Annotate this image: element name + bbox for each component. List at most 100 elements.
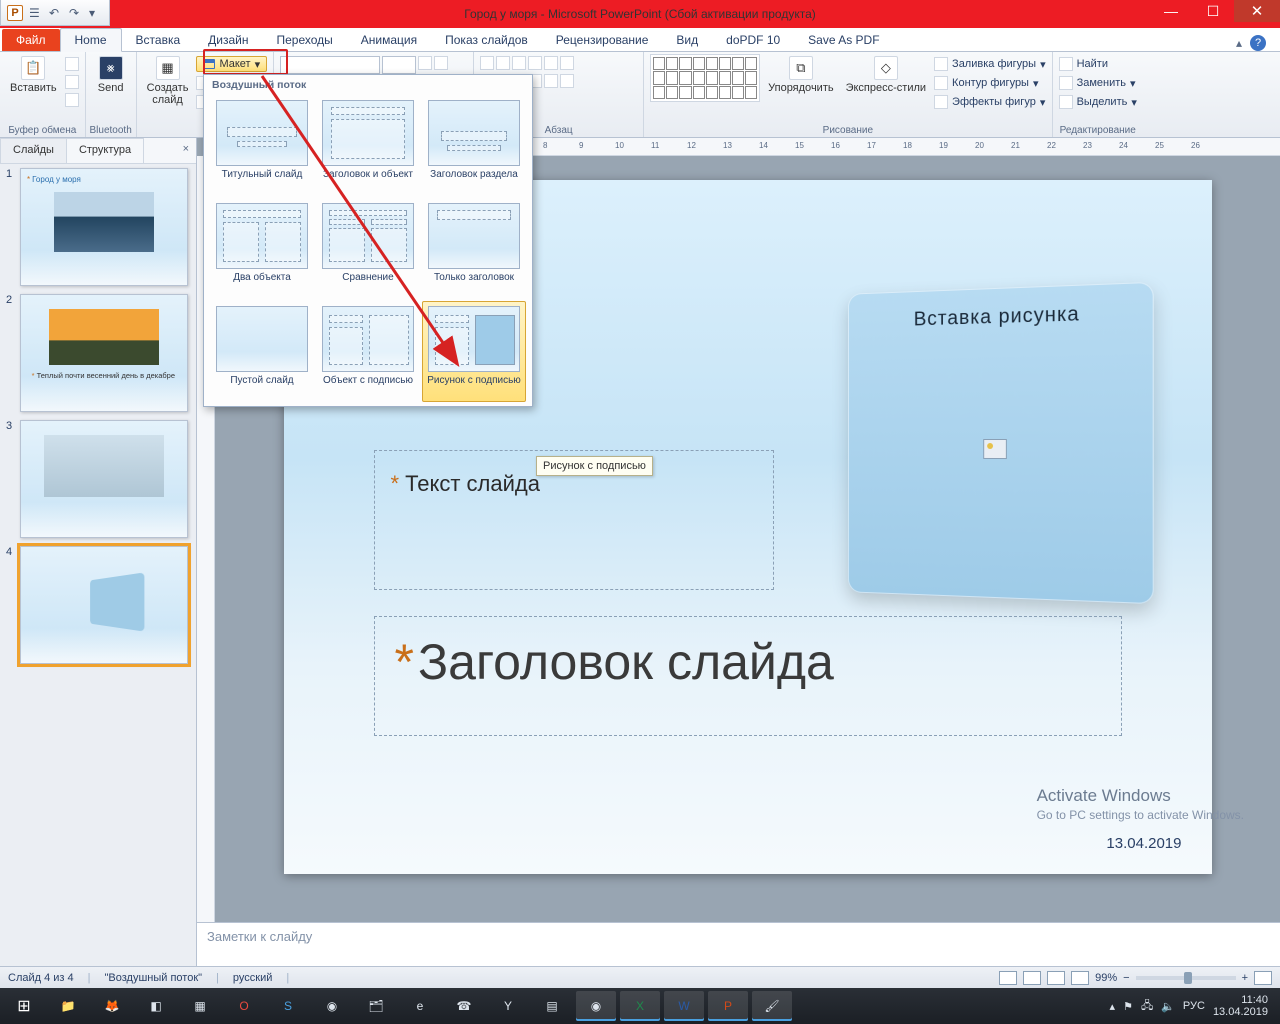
- new-slide-button[interactable]: ▦Создать слайд: [143, 54, 193, 123]
- tb-excel[interactable]: X: [620, 991, 660, 1021]
- shrink-font[interactable]: [434, 56, 448, 70]
- shape-fill-button[interactable]: Заливка фигуры ▾: [934, 56, 1046, 72]
- font-name-input[interactable]: [280, 56, 380, 74]
- maximize-button[interactable]: ☐: [1192, 0, 1234, 22]
- system-tray[interactable]: ▴ ⚑ 🖧 🔈 РУС 11:40 13.04.2019: [1110, 994, 1276, 1018]
- tb-opera[interactable]: O: [224, 991, 264, 1021]
- shape-effects-button[interactable]: Эффекты фигур ▾: [934, 94, 1046, 110]
- help-icon[interactable]: ?: [1250, 35, 1266, 51]
- shape-outline-button[interactable]: Контур фигуры ▾: [934, 75, 1046, 91]
- slides-tab[interactable]: Слайды: [0, 138, 67, 163]
- tab-slideshow[interactable]: Показ слайдов: [431, 29, 542, 51]
- thumb-1[interactable]: 1 *Город у моря: [6, 168, 190, 286]
- fit-window[interactable]: [1254, 971, 1272, 985]
- tab-insert[interactable]: Вставка: [122, 29, 195, 51]
- layout-blank[interactable]: Пустой слайд: [210, 301, 314, 402]
- tab-transitions[interactable]: Переходы: [262, 29, 346, 51]
- layout-title-content[interactable]: Заголовок и объект: [316, 95, 420, 196]
- tb-chrome[interactable]: ◉: [312, 991, 352, 1021]
- numbering[interactable]: [496, 56, 510, 70]
- tray-action-icon[interactable]: ⚑: [1123, 1000, 1133, 1013]
- grow-font[interactable]: [418, 56, 432, 70]
- columns[interactable]: [544, 74, 558, 88]
- title-placeholder[interactable]: *Заголовок слайда: [374, 616, 1122, 736]
- zoom-in[interactable]: +: [1242, 972, 1248, 984]
- thumb-4[interactable]: 4: [6, 546, 190, 664]
- font-size-input[interactable]: [382, 56, 416, 74]
- save-icon[interactable]: ☰: [29, 6, 43, 20]
- thumb-3[interactable]: 3: [6, 420, 190, 538]
- tray-date[interactable]: 13.04.2019: [1213, 1006, 1268, 1018]
- close-button[interactable]: ✕: [1234, 0, 1280, 22]
- tray-lang[interactable]: РУС: [1183, 1000, 1205, 1012]
- layout-picture-caption[interactable]: Рисунок с подписью: [422, 301, 526, 402]
- tb-explorer[interactable]: 📁: [48, 991, 88, 1021]
- tray-sound-icon[interactable]: 🔈: [1161, 1000, 1175, 1013]
- tb-edge[interactable]: e: [400, 991, 440, 1021]
- tb-yandex[interactable]: Y: [488, 991, 528, 1021]
- smartart[interactable]: [560, 74, 574, 88]
- tb-firefox[interactable]: 🦊: [92, 991, 132, 1021]
- minimize-button[interactable]: —: [1150, 0, 1192, 22]
- tab-file[interactable]: Файл: [2, 29, 60, 51]
- zoom-value[interactable]: 99%: [1095, 972, 1117, 984]
- quick-styles-button[interactable]: ◇Экспресс-стили: [842, 54, 930, 123]
- outline-tab[interactable]: Структура: [66, 138, 144, 163]
- tb-folder2[interactable]: 🗂: [356, 991, 396, 1021]
- layout-section-header[interactable]: Заголовок раздела: [422, 95, 526, 196]
- notes-pane[interactable]: Заметки к слайду: [197, 922, 1280, 966]
- tb-viber[interactable]: ☎: [444, 991, 484, 1021]
- view-sorter[interactable]: [1023, 971, 1041, 985]
- text-direction[interactable]: [560, 56, 574, 70]
- tab-design[interactable]: Дизайн: [194, 29, 262, 51]
- tab-animation[interactable]: Анимация: [347, 29, 431, 51]
- indent-inc[interactable]: [528, 56, 542, 70]
- status-lang[interactable]: русский: [233, 972, 272, 984]
- close-pane-icon[interactable]: ×: [175, 138, 197, 163]
- insert-picture-icon[interactable]: [983, 439, 1007, 459]
- view-normal[interactable]: [999, 971, 1017, 985]
- qat-more-icon[interactable]: ▾: [89, 6, 103, 20]
- layout-title-only[interactable]: Только заголовок: [422, 198, 526, 299]
- tb-app1[interactable]: ◧: [136, 991, 176, 1021]
- shapes-gallery[interactable]: [650, 54, 760, 102]
- copy-button[interactable]: [65, 74, 79, 90]
- layout-two-content[interactable]: Два объекта: [210, 198, 314, 299]
- ribbon-minimize-icon[interactable]: ▴: [1236, 36, 1242, 50]
- undo-icon[interactable]: ↶: [49, 6, 63, 20]
- indent-dec[interactable]: [512, 56, 526, 70]
- zoom-out[interactable]: −: [1123, 972, 1129, 984]
- layout-comparison[interactable]: Сравнение: [316, 198, 420, 299]
- format-painter-button[interactable]: [65, 92, 79, 108]
- start-button[interactable]: ⊞: [4, 991, 44, 1021]
- paste-button[interactable]: 📋Вставить: [6, 54, 61, 123]
- find-button[interactable]: Найти: [1059, 56, 1137, 72]
- tab-dopdf[interactable]: doPDF 10: [712, 29, 794, 51]
- tb-app2[interactable]: ▦: [180, 991, 220, 1021]
- picture-placeholder[interactable]: Вставка рисунка: [848, 282, 1154, 604]
- tray-network-icon[interactable]: 🖧: [1141, 997, 1153, 1016]
- arrange-button[interactable]: ⧉Упорядочить: [764, 54, 837, 123]
- tab-review[interactable]: Рецензирование: [542, 29, 663, 51]
- tab-view[interactable]: Вид: [662, 29, 712, 51]
- cut-button[interactable]: [65, 56, 79, 72]
- line-spacing[interactable]: [544, 56, 558, 70]
- tb-total[interactable]: ▤: [532, 991, 572, 1021]
- tb-chrome2[interactable]: ◉: [576, 991, 616, 1021]
- thumb-2[interactable]: 2 *Теплый почти весенний день в декабре: [6, 294, 190, 412]
- tb-skype[interactable]: S: [268, 991, 308, 1021]
- view-slideshow[interactable]: [1071, 971, 1089, 985]
- tb-paint[interactable]: 🖌: [752, 991, 792, 1021]
- tab-saveaspdf[interactable]: Save As PDF: [794, 29, 893, 51]
- replace-button[interactable]: Заменить ▾: [1059, 75, 1137, 91]
- tab-home[interactable]: Home: [60, 28, 122, 52]
- layout-title-slide[interactable]: Титульный слайд: [210, 95, 314, 196]
- tray-time[interactable]: 11:40: [1213, 994, 1268, 1006]
- view-reading[interactable]: [1047, 971, 1065, 985]
- redo-icon[interactable]: ↷: [69, 6, 83, 20]
- tray-up-icon[interactable]: ▴: [1110, 1000, 1116, 1013]
- select-button[interactable]: Выделить ▾: [1059, 94, 1137, 110]
- tb-word[interactable]: W: [664, 991, 704, 1021]
- zoom-slider[interactable]: [1136, 976, 1236, 980]
- bullets[interactable]: [480, 56, 494, 70]
